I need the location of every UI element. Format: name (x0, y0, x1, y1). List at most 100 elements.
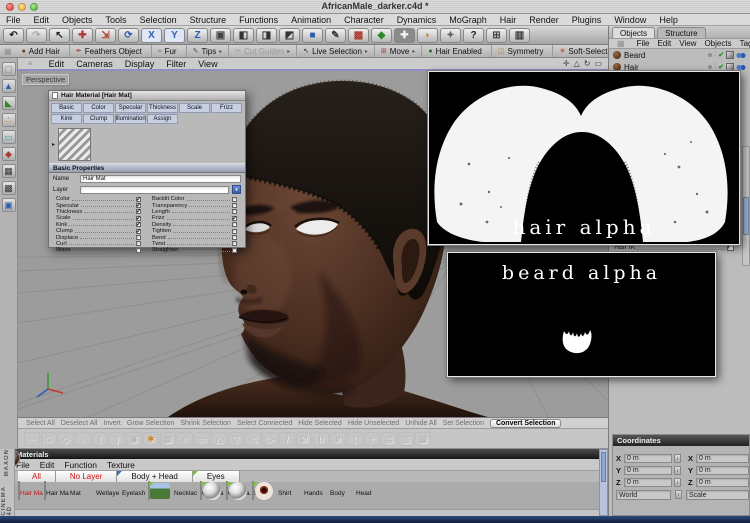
property-checkbox[interactable] (136, 216, 141, 221)
materials-menu-item[interactable]: Texture (107, 460, 135, 470)
viewport-menu-item[interactable]: Display (125, 59, 155, 69)
property-checkbox[interactable] (232, 241, 237, 246)
zoom-view-icon[interactable]: △ (574, 59, 580, 68)
primitive-tool-icon[interactable]: ▷ (262, 432, 278, 446)
primitive-tool-icon[interactable]: ○ (177, 432, 193, 446)
primitive-tool-icon[interactable]: ▥ (398, 432, 414, 446)
menubar-item[interactable]: Tools (106, 15, 127, 25)
materials-scrollbar[interactable] (599, 449, 608, 516)
coordinate-input[interactable]: 0 m (696, 466, 749, 475)
primitive-tool-icon[interactable]: ▣ (126, 432, 142, 446)
menubar-item[interactable]: Animation (291, 15, 331, 25)
selection-command[interactable]: Set Selection (443, 420, 484, 427)
texture-tag-icon[interactable] (726, 63, 734, 71)
material-tab[interactable]: Thickness (147, 103, 178, 113)
property-checkbox[interactable] (136, 203, 141, 208)
materials-menu-item[interactable]: Function (64, 460, 97, 470)
viewport-menu-item[interactable]: Cameras (76, 59, 113, 69)
object-menu-item[interactable]: Objects (704, 39, 731, 48)
primitive-tool-icon[interactable]: □ (41, 432, 57, 446)
fur[interactable]: ≈ Fur (152, 45, 187, 57)
name-input[interactable]: Hair Mat (80, 175, 241, 183)
menubar-item[interactable]: Render (529, 15, 559, 25)
layer-tab[interactable]: All (18, 471, 56, 482)
rotate-icon[interactable]: ⟳ (118, 28, 139, 43)
scale-icon[interactable]: ⇲ (95, 28, 116, 43)
axis-x-button[interactable]: X (141, 28, 162, 43)
coordinates-header[interactable]: Coordinates (613, 435, 749, 446)
material-thumbnail[interactable] (200, 481, 202, 500)
texture-mode-2-icon[interactable]: ▩ (2, 181, 16, 195)
property-checkbox[interactable] (232, 197, 237, 202)
material-thumbnail[interactable] (226, 481, 228, 500)
add-modeling-icon[interactable]: ◆ (371, 28, 392, 43)
primitive-tool-icon[interactable]: ¦ (347, 432, 363, 446)
coordinate-input[interactable]: 0 m (624, 466, 672, 475)
axis-y-button[interactable]: Y (164, 28, 185, 43)
material-item[interactable]: Wetlaye (96, 482, 120, 509)
selection-command[interactable]: Convert Selection (490, 419, 562, 428)
material-item[interactable]: Mat (70, 482, 94, 509)
points-mode-icon[interactable]: ∴ (2, 113, 16, 127)
viewport-menu-handle-icon[interactable]: ≡ (24, 59, 37, 68)
menubar-item[interactable]: Structure (190, 15, 227, 25)
material-tag-icon[interactable] (736, 52, 746, 59)
object-menu-item[interactable]: View (679, 39, 696, 48)
layer-tab[interactable]: No Layer (56, 471, 117, 482)
material-item[interactable]: Hair Ma (44, 482, 68, 509)
material-thumbnail[interactable] (148, 481, 150, 500)
polygons-mode-icon[interactable]: ◆ (2, 147, 16, 161)
render-picture-viewer-icon[interactable]: ◨ (256, 28, 277, 43)
primitive-tool-icon[interactable]: ✱ (143, 432, 159, 446)
move-icon[interactable]: ✚ (72, 28, 93, 43)
menubar-item[interactable]: Selection (140, 15, 177, 25)
property-checkbox[interactable] (232, 203, 237, 208)
property-checkbox[interactable] (232, 222, 237, 227)
material-thumbnail[interactable] (18, 481, 20, 500)
object-menu-item[interactable]: Tags (740, 39, 750, 48)
hair-enabled[interactable]: ● Hair Enabled (422, 45, 491, 57)
material-thumbnail[interactable] (44, 481, 46, 500)
material-thumbnail[interactable] (252, 481, 254, 500)
primitive-tool-icon[interactable]: ▽ (228, 432, 244, 446)
material-tab[interactable]: Illumination (115, 114, 146, 124)
axis-z-button[interactable]: Z (187, 28, 208, 43)
visibility-dot-icon[interactable] (708, 53, 712, 57)
material-tab[interactable]: Clump (83, 114, 114, 124)
redo-icon[interactable]: ↷ (26, 28, 47, 43)
panel-handle-icon[interactable]: ▦ (613, 39, 629, 48)
symmetry[interactable]: ◫ Symmetry (492, 45, 554, 57)
coordinate-space-dropdown[interactable]: World (616, 490, 671, 500)
material-item[interactable]: Inside (252, 482, 276, 509)
pan-view-icon[interactable]: ✛ (563, 59, 570, 68)
material-preview[interactable] (58, 128, 91, 161)
property-checkbox[interactable] (232, 216, 237, 221)
property-checkbox[interactable] (232, 248, 237, 253)
material-item[interactable]: Cornea (200, 482, 224, 509)
menubar-item[interactable]: Edit (34, 15, 50, 25)
render-settings-icon[interactable]: ◩ (279, 28, 300, 43)
primitive-tool-icon[interactable]: ○ (75, 432, 91, 446)
selection-command[interactable]: Grow Selection (127, 420, 174, 427)
attribute-scrollbar[interactable] (742, 146, 750, 266)
menubar-item[interactable]: File (6, 15, 21, 25)
render-view-icon[interactable]: ◧ (233, 28, 254, 43)
feathers-object[interactable]: ✒ Feathers Object (70, 45, 152, 57)
materials-header[interactable]: Materials (0, 449, 608, 459)
selection-command[interactable]: Select Connected (237, 420, 292, 427)
texture-mode-icon[interactable]: ▦ (2, 164, 16, 178)
material-tab[interactable]: Kink (51, 114, 82, 124)
editor-render-dots-icon[interactable]: ⁚ (714, 53, 716, 57)
make-editable-icon[interactable]: ▢ (2, 62, 16, 76)
live-selection-icon[interactable]: ↖ (49, 28, 70, 43)
viewport-menu-item[interactable]: Filter (166, 59, 186, 69)
edges-mode-icon[interactable]: ▭ (2, 130, 16, 144)
material-item[interactable]: Eyelash (122, 482, 146, 509)
menubar-item[interactable]: Functions (239, 15, 278, 25)
layer-input[interactable] (80, 186, 229, 194)
coordinate-input[interactable]: 0 m (696, 454, 749, 463)
cut-guides[interactable]: ✂ Cut Guides ▸ (229, 45, 297, 57)
menubar-item[interactable]: Plugins (572, 15, 602, 25)
enabled-check-icon[interactable]: ✔ (718, 63, 724, 71)
coordinate-input[interactable]: 0 m (624, 454, 672, 463)
